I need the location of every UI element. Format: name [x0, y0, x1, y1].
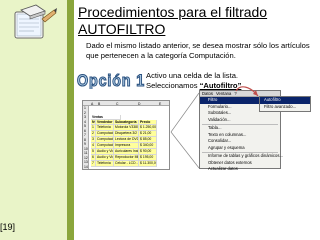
- menu-item-actualizar[interactable]: Actualizar datos: [200, 166, 280, 173]
- table-cell[interactable]: Celular - LCD - 32": [114, 161, 139, 167]
- title-line-2: AUTOFILTRO: [78, 21, 166, 37]
- spreadsheet[interactable]: A B C D E 1 2 3 4 5 6 7 8 9 10 11 12 13 …: [82, 100, 170, 170]
- row-14: 14: [84, 164, 88, 169]
- menu-item-tabla-dinamica[interactable]: Informe de tablas y gráficos dinámicos..…: [200, 153, 283, 160]
- page-number: [19]: [0, 222, 16, 232]
- submenu-item-filtro-avanzado[interactable]: Filtro avanzado...: [260, 104, 310, 111]
- step-line-2-prefix: Seleccionamos: [146, 81, 200, 90]
- menubar-ventana[interactable]: Ventana: [216, 91, 231, 96]
- menu-item-validacion[interactable]: Validación...: [200, 117, 280, 124]
- description-text: Dado el mismo listado anterior, se desea…: [86, 41, 310, 60]
- option-badge-icon: Opción 1: [76, 70, 145, 89]
- table-cell[interactable]: $ 11.300,00: [139, 161, 157, 167]
- menubar-datos[interactable]: Datos: [202, 91, 213, 96]
- step-instructions: Activo una celda de la lista. Selecciona…: [146, 71, 276, 91]
- clipboard-logo-icon: [14, 4, 57, 39]
- menubar-help[interactable]: ?: [234, 91, 236, 96]
- sheet-grid: Ventas Nº Vendedor Subcategoría Precio 1…: [89, 106, 169, 169]
- autofiltro-emphasis: “Autofiltro”: [199, 81, 242, 90]
- option-label: Opción 1: [77, 71, 145, 89]
- title-line-1: Procedimientos para el filtrado: [78, 4, 268, 20]
- step-line-1: Activo una celda de la lista.: [146, 71, 239, 80]
- filter-submenu[interactable]: Autofiltro Filtro avanzado...: [259, 96, 311, 112]
- slide-title: Procedimientos para el filtrado AUTOFILT…: [78, 4, 267, 38]
- sidebar-dark: [67, 0, 74, 240]
- table-cell[interactable]: Telefonía: [96, 161, 114, 167]
- menu-item-agrupar[interactable]: Agrupar y esquema: [200, 145, 280, 152]
